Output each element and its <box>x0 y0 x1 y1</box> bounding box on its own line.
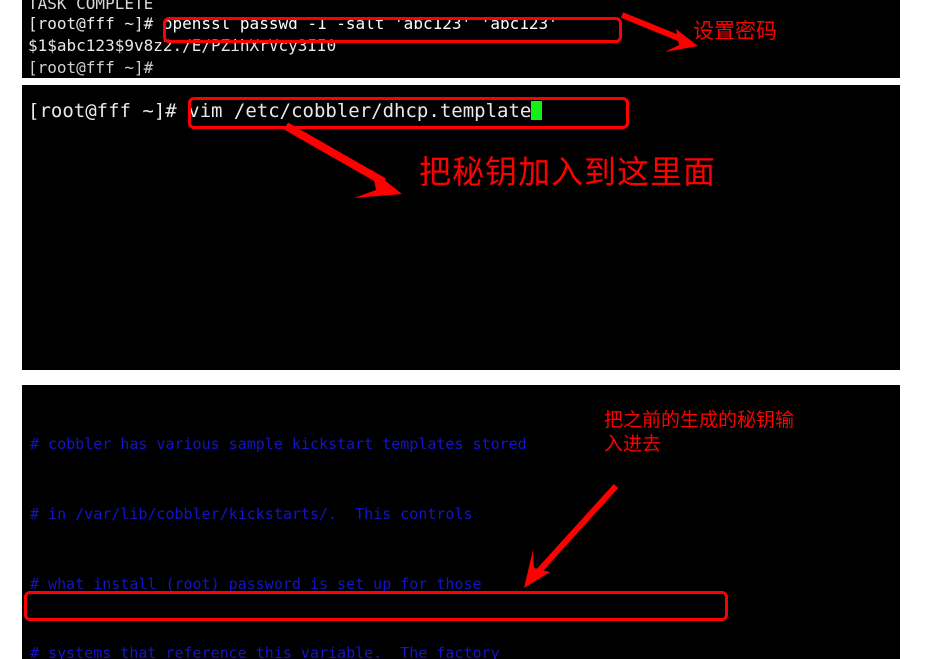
terminal-1-command-line: [root@fff ~]# openssl passwd -1 -salt 'a… <box>28 14 558 33</box>
openssl-command-text: openssl passwd -1 -salt 'abc123' 'abc123… <box>162 14 558 33</box>
vim-command-text: vim /etc/cobbler/dhcp.template <box>188 100 532 122</box>
terminal-1-line-task-complete: TASK COMPLETE <box>28 0 154 13</box>
terminal-1-hash-output: $1$abc123$9v8z2./E/PZihXrVcy3II0 <box>28 36 337 55</box>
code-line: # cobbler has various sample kickstart t… <box>30 435 527 454</box>
editor-code-block: # cobbler has various sample kickstart t… <box>30 387 572 659</box>
code-line: # in /var/lib/cobbler/kickstarts/. This … <box>30 505 473 523</box>
code-line: # what install (root) password is set up… <box>30 574 482 593</box>
terminal-1-prompt: [root@fff ~]# <box>28 14 163 33</box>
annotation-add-key-here: 把秘钥加入到这里面 <box>419 153 717 191</box>
annotation-enter-generated-key: 把之前的生成的秘钥输入进去 <box>604 409 795 455</box>
terminal-panel-vim: [root@fff ~]# vim /etc/cobbler/dhcp.temp… <box>22 85 900 370</box>
terminal-2-prompt: [root@fff ~]# <box>28 100 189 122</box>
code-line: # systems that reference this variable. … <box>30 644 500 659</box>
terminal-2-command-line: [root@fff ~]# vim /etc/cobbler/dhcp.temp… <box>28 100 543 122</box>
terminal-cursor <box>531 101 543 120</box>
terminal-1-trailing-prompt: [root@fff ~]# <box>28 58 163 77</box>
annotation-set-password: 设置密码 <box>693 19 777 43</box>
